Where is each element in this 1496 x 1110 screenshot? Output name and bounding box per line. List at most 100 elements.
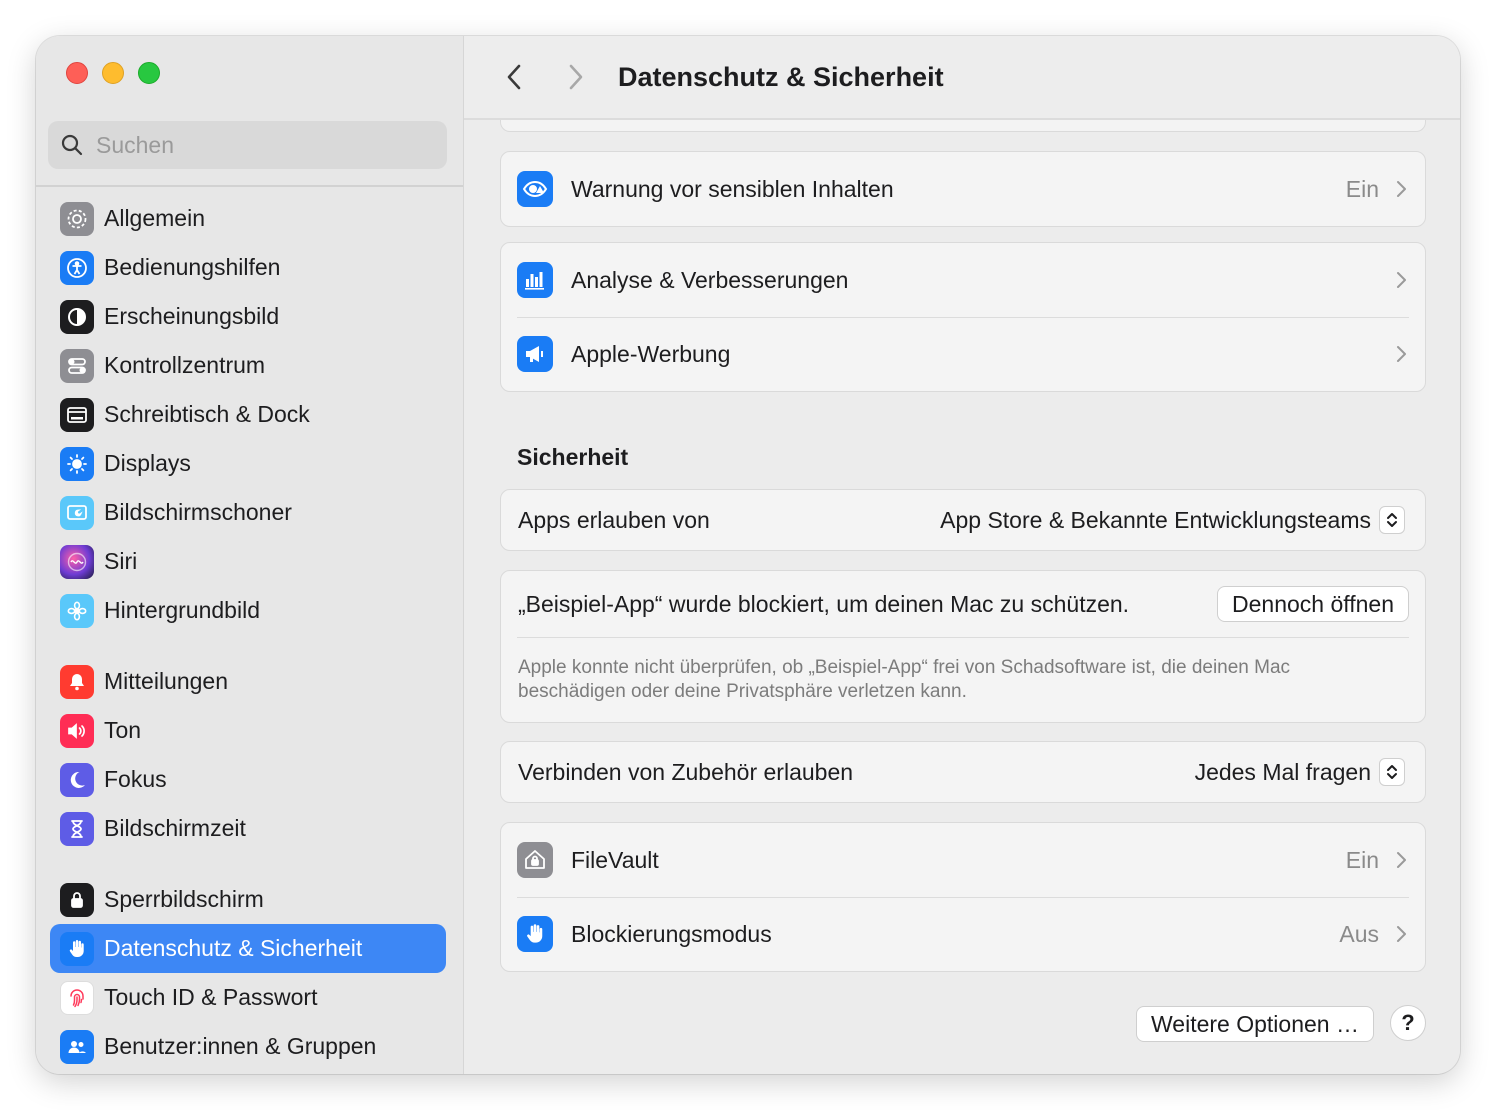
row-label: Analyse & Verbesserungen <box>571 266 849 293</box>
sidebar-item-ton[interactable]: Ton <box>50 706 446 755</box>
group-blocked-app: „Beispiel-App“ wurde blockiert, um deine… <box>500 570 1426 723</box>
up-down-chevron-icon <box>1387 513 1397 527</box>
accessories-select-value[interactable]: Jedes Mal fragen <box>1195 759 1371 786</box>
hourglass-icon <box>60 811 94 846</box>
bell-icon <box>60 664 94 699</box>
minimize-window-button[interactable] <box>102 62 124 84</box>
sidebar-item-label: Sperrbildschirm <box>104 886 264 912</box>
search-input[interactable] <box>96 131 396 159</box>
lock-icon <box>60 882 94 917</box>
screensaver-icon <box>60 495 94 530</box>
sidebar-item-sperrbildschirm[interactable]: Sperrbildschirm <box>50 875 446 924</box>
sidebar-item-label: Kontrollzentrum <box>104 352 266 378</box>
chevron-right-icon <box>1397 852 1406 868</box>
row-sensitive-content-warning[interactable]: Warnung vor sensiblen Inhalten Ein <box>501 152 1425 226</box>
row-filevault[interactable]: FileVault Ein <box>501 823 1425 897</box>
search-field[interactable] <box>48 121 447 169</box>
row-value: Aus <box>1339 920 1379 947</box>
settings-window: Allgemein Bedienungshilfen Erscheinungsb… <box>36 36 1460 1074</box>
sidebar-item-schreibtisch-dock[interactable]: Schreibtisch & Dock <box>50 390 446 439</box>
chevron-right-icon <box>1397 181 1406 197</box>
sidebar-item-label: Bildschirmschoner <box>104 499 292 525</box>
group-sensitive-content: Warnung vor sensiblen Inhalten Ein <box>500 151 1426 227</box>
row-lockdown-mode[interactable]: Blockierungsmodus Aus <box>501 897 1425 971</box>
sidebar-item-label: Ton <box>104 717 142 743</box>
page-title: Datenschutz & Sicherheit <box>618 61 944 92</box>
sidebar-item-label: Benutzer:innen & Gruppen <box>104 1033 377 1059</box>
forward-button[interactable] <box>558 59 594 95</box>
sidebar-item-datenschutz-sicherheit[interactable]: Datenschutz & Sicherheit <box>50 924 446 973</box>
sidebar-item-benutzer-gruppen[interactable]: Benutzer:innen & Gruppen <box>50 1022 446 1071</box>
sidebar-item-fokus[interactable]: Fokus <box>50 755 446 804</box>
sidebar-item-label: Datenschutz & Sicherheit <box>104 935 363 961</box>
row-blocked-app: „Beispiel-App“ wurde blockiert, um deine… <box>501 571 1425 637</box>
sidebar-item-allgemein[interactable]: Allgemein <box>50 194 446 243</box>
row-label: Verbinden von Zubehör erlauben <box>518 758 854 785</box>
sidebar-item-hintergrundbild[interactable]: Hintergrundbild <box>50 586 446 635</box>
apps-allowed-popup-button[interactable] <box>1379 506 1405 534</box>
row-value: Ein <box>1345 175 1379 202</box>
help-button[interactable]: ? <box>1390 1005 1426 1041</box>
sidebar-item-label: Touch ID & Passwort <box>104 984 318 1010</box>
open-anyway-button[interactable]: Dennoch öffnen <box>1217 586 1409 622</box>
apps-allowed-select-value[interactable]: App Store & Bekannte Entwicklungsteams <box>940 507 1371 534</box>
sidebar-item-mitteilungen[interactable]: Mitteilungen <box>50 657 446 706</box>
bar-chart-icon <box>517 262 553 298</box>
sidebar-list: Allgemein Bedienungshilfen Erscheinungsb… <box>50 194 446 1071</box>
sidebar-item-touch-id-passwort[interactable]: Touch ID & Passwort <box>50 973 446 1022</box>
row-label: Blockierungsmodus <box>571 920 772 947</box>
accessories-popup-button[interactable] <box>1379 758 1405 786</box>
row-label: Warnung vor sensiblen Inhalten <box>571 175 894 202</box>
gear-icon <box>60 201 94 236</box>
sidebar: Allgemein Bedienungshilfen Erscheinungsb… <box>36 36 464 1074</box>
sidebar-item-label: Erscheinungsbild <box>104 303 280 329</box>
sidebar-item-label: Hintergrundbild <box>104 597 260 623</box>
sidebar-item-label: Fokus <box>104 766 167 792</box>
sidebar-item-bedienungshilfen[interactable]: Bedienungshilfen <box>50 243 446 292</box>
house-lock-icon <box>517 842 553 878</box>
accessibility-icon <box>60 250 94 285</box>
moon-icon <box>60 762 94 797</box>
row-analytics[interactable]: Analyse & Verbesserungen <box>501 243 1425 317</box>
sidebar-item-erscheinungsbild[interactable]: Erscheinungsbild <box>50 292 446 341</box>
sidebar-item-displays[interactable]: Displays <box>50 439 446 488</box>
siri-icon <box>60 544 94 579</box>
main-content: Datenschutz & Sicherheit Warnung vor sen… <box>464 36 1460 1074</box>
sidebar-item-bildschirmzeit[interactable]: Bildschirmzeit <box>50 804 446 853</box>
megaphone-icon <box>517 336 553 372</box>
sidebar-item-label: Siri <box>104 548 138 574</box>
row-apple-advertising[interactable]: Apple-Werbung <box>501 317 1425 391</box>
chevron-right-icon <box>1397 346 1406 362</box>
titlebar: Datenschutz & Sicherheit <box>464 36 1460 120</box>
sidebar-item-label: Bildschirmzeit <box>104 815 246 841</box>
up-down-chevron-icon <box>1387 765 1397 779</box>
hand-icon <box>517 916 553 952</box>
chevron-right-icon <box>1397 926 1406 942</box>
section-title-security: Sicherheit <box>517 444 629 470</box>
sidebar-item-kontrollzentrum[interactable]: Kontrollzentrum <box>50 341 446 390</box>
chevron-left-icon <box>507 64 521 90</box>
flower-icon <box>60 593 94 628</box>
more-options-button[interactable]: Weitere Optionen … <box>1136 1006 1374 1042</box>
back-button[interactable] <box>496 59 532 95</box>
row-accessories: Verbinden von Zubehör erlauben Jedes Mal… <box>501 742 1425 802</box>
chevron-right-icon <box>1397 272 1406 288</box>
sidebar-item-siri[interactable]: Siri <box>50 537 446 586</box>
blocked-app-message: „Beispiel-App“ wurde blockiert, um deine… <box>518 590 1130 617</box>
sidebar-item-label: Allgemein <box>104 205 205 231</box>
speaker-icon <box>60 713 94 748</box>
appearance-icon <box>60 299 94 334</box>
sidebar-item-label: Bedienungshilfen <box>104 254 281 280</box>
zoom-window-button[interactable] <box>138 62 160 84</box>
sidebar-item-label: Displays <box>104 450 191 476</box>
blocked-app-note: Apple konnte nicht überprüfen, ob „Beisp… <box>501 638 1425 704</box>
close-window-button[interactable] <box>66 62 88 84</box>
eye-warning-icon <box>517 171 553 207</box>
magnifying-glass-icon <box>61 134 83 156</box>
chevron-right-icon <box>569 64 583 90</box>
sidebar-divider <box>36 185 463 187</box>
row-label: FileVault <box>571 846 659 873</box>
sidebar-item-bildschirmschoner[interactable]: Bildschirmschoner <box>50 488 446 537</box>
